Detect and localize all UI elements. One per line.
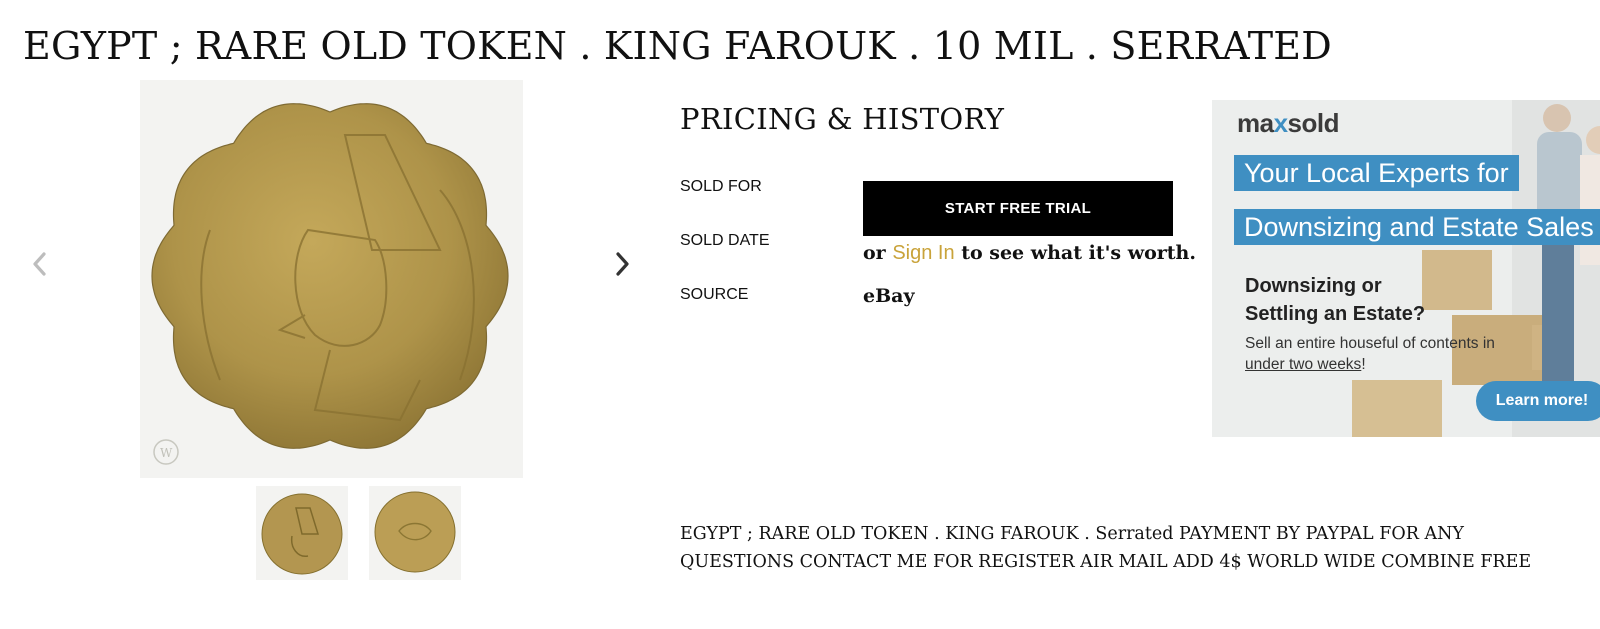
ad-logo-x: x: [1273, 108, 1288, 138]
item-description: EGYPT ; RARE OLD TOKEN . KING FAROUK . S…: [680, 524, 1532, 572]
source-value: eBay: [863, 285, 915, 307]
ad-learn-more-button[interactable]: Learn more!: [1476, 381, 1600, 421]
svg-text:W: W: [160, 446, 173, 460]
ad-logo-prefix: ma: [1237, 108, 1274, 138]
signin-prompt: or Sign In to see what it's worth.: [863, 242, 1196, 265]
ad-subheading: Downsizing or Settling an Estate?: [1245, 275, 1426, 325]
gallery-next-button[interactable]: [604, 244, 640, 284]
ad-logo: maxsold: [1237, 108, 1340, 139]
image-gallery: W: [0, 78, 660, 598]
thumbnail-obverse[interactable]: [256, 486, 348, 580]
thumbnail-reverse[interactable]: [369, 486, 461, 580]
main-coin-image[interactable]: W: [140, 80, 523, 478]
ad-body-text: Sell an entire houseful of contents in u…: [1245, 333, 1515, 375]
start-free-trial-button[interactable]: START FREE TRIAL: [863, 181, 1173, 236]
signin-suffix: to see what it's worth.: [954, 242, 1196, 264]
pricing-heading: PRICING & HISTORY: [680, 102, 1005, 136]
ad-body-prefix: Sell an entire houseful of contents in: [1245, 335, 1495, 352]
ad-headline-line1: Your Local Experts for: [1234, 155, 1519, 191]
chevron-right-icon: [616, 252, 629, 276]
page-title: EGYPT ; RARE OLD TOKEN . KING FAROUK . 1…: [23, 24, 1332, 68]
source-label: SOURCE: [680, 286, 749, 303]
sold-for-label: SOLD FOR: [680, 178, 762, 195]
ad-body-underlined: under two weeks: [1245, 356, 1362, 373]
sold-date-label: SOLD DATE: [680, 232, 770, 249]
advertisement-banner[interactable]: maxsold Your Local Experts for Downsizin…: [1212, 100, 1600, 437]
signin-prefix: or: [863, 242, 893, 264]
ad-logo-suffix: sold: [1287, 108, 1340, 138]
gallery-prev-button[interactable]: [22, 244, 58, 284]
ad-headline-line2: Downsizing and Estate Sales: [1234, 209, 1600, 245]
chevron-left-icon: [33, 252, 46, 276]
ad-body-suffix: !: [1361, 356, 1366, 373]
sign-in-link[interactable]: Sign In: [892, 242, 954, 264]
